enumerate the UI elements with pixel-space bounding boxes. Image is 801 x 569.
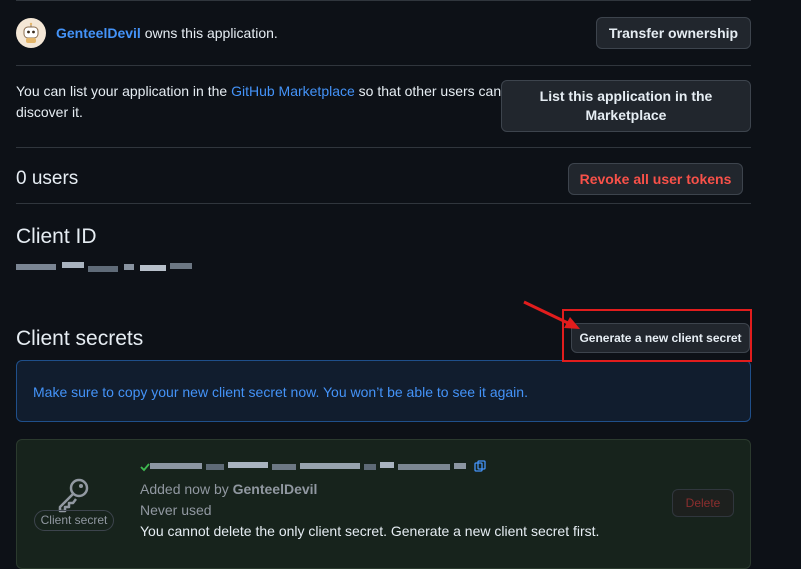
client-secret-entry <box>16 439 751 569</box>
avatar[interactable] <box>16 18 46 48</box>
owner-row: GenteelDevil owns this application. <box>16 17 278 49</box>
client-id-title: Client ID <box>16 225 97 248</box>
github-marketplace-link[interactable]: GitHub Marketplace <box>231 83 355 99</box>
owner-username-link[interactable]: GenteelDevil <box>56 25 141 41</box>
avatar-robot <box>23 22 39 43</box>
annotation-arrow-icon <box>523 300 580 329</box>
divider <box>16 203 751 204</box>
check-icon <box>140 463 150 472</box>
annotation-highlight-box <box>562 309 752 362</box>
copy-icon[interactable] <box>474 460 486 472</box>
list-marketplace-button[interactable]: List this application in the Marketplace <box>501 80 751 132</box>
secret-added-by: Added now by GenteelDevil <box>140 481 318 497</box>
divider <box>16 65 751 66</box>
owner-text: GenteelDevil owns this application. <box>56 25 278 41</box>
client-secret-badge: Client secret <box>34 510 114 531</box>
client-id-value <box>16 262 196 274</box>
divider <box>16 0 751 1</box>
revoke-all-tokens-button[interactable]: Revoke all user tokens <box>568 163 743 195</box>
transfer-ownership-button[interactable]: Transfer ownership <box>596 17 751 49</box>
client-secret-value <box>150 460 480 474</box>
users-count: 0 users <box>16 168 79 189</box>
key-icon <box>58 478 89 513</box>
copy-secret-notice-text: Make sure to copy your new client secret… <box>33 384 528 400</box>
owner-suffix: owns this application. <box>140 25 278 41</box>
delete-secret-button[interactable]: Delete <box>672 489 734 517</box>
app-settings-panel: GenteelDevil owns this application. Tran… <box>0 0 751 569</box>
divider <box>16 147 751 148</box>
client-secrets-title: Client secrets <box>16 327 144 350</box>
marketplace-description: You can list your application in the Git… <box>16 83 502 120</box>
copy-secret-notice: Make sure to copy your new client secret… <box>16 360 751 422</box>
secret-usage: Never used <box>140 502 212 518</box>
secret-delete-warning: You cannot delete the only client secret… <box>140 523 600 539</box>
